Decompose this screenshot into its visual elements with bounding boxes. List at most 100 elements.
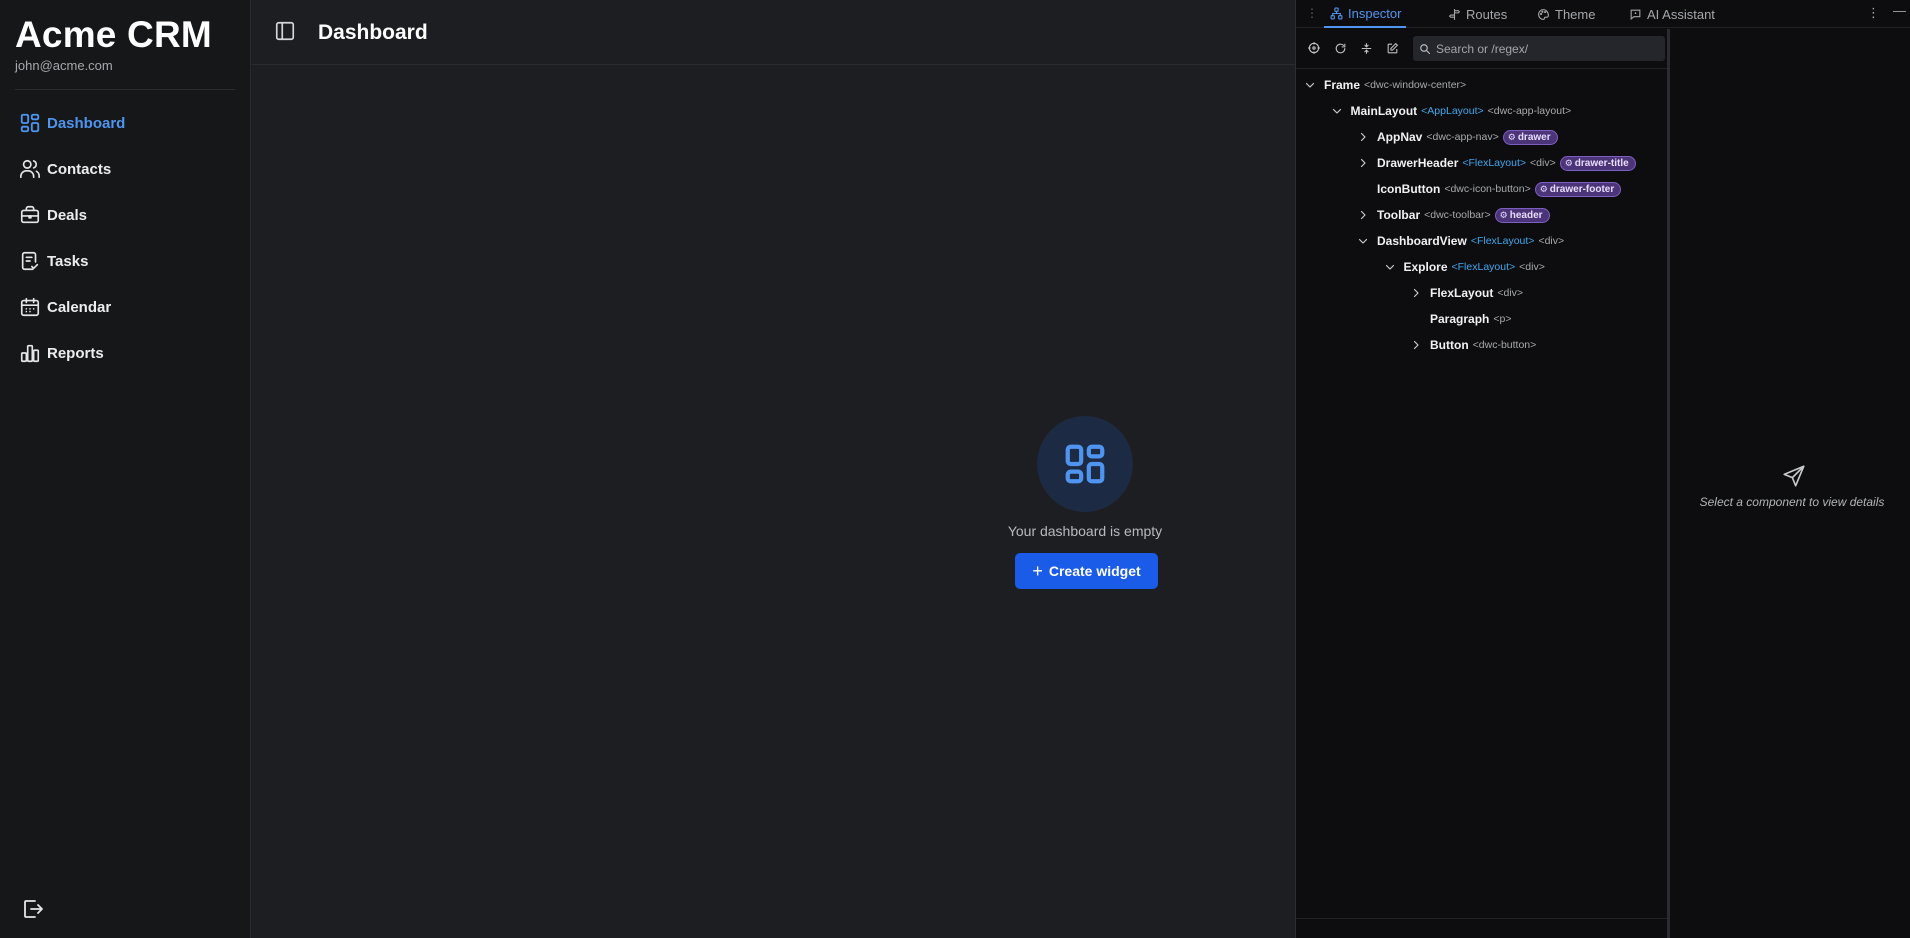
app-title: Acme CRM — [15, 14, 212, 55]
tree-node-name: Toolbar — [1377, 208, 1421, 222]
sidebar-item-label: Contacts — [47, 160, 112, 178]
edit-icon[interactable] — [1384, 40, 1400, 56]
empty-state-message: Your dashboard is empty — [1007, 523, 1163, 539]
slot-icon: ⚙ — [1539, 183, 1548, 194]
minimize-icon[interactable]: — — [1893, 3, 1906, 18]
sidebar-item-dashboard[interactable]: Dashboard — [0, 100, 251, 146]
tree-node-tag: <div> — [1497, 287, 1524, 299]
chevron-down-icon[interactable] — [1330, 104, 1344, 118]
tree-node[interactable]: DashboardView <FlexLayout> <div> — [1356, 231, 1568, 251]
tree-node-tag: <dwc-app-layout> — [1487, 105, 1572, 117]
tab-ai-assistant[interactable]: AI Assistant — [1628, 0, 1715, 28]
tree-node-name: Frame — [1324, 78, 1361, 92]
tree-node[interactable]: AppNav <dwc-app-nav> ⚙ drawer — [1356, 127, 1558, 147]
sidebar-item-label: Calendar — [47, 298, 112, 316]
create-widget-button[interactable]: + Create widget — [1015, 553, 1158, 589]
chevron-right-icon[interactable] — [1409, 338, 1423, 352]
sidebar-item-contacts[interactable]: Contacts — [0, 146, 251, 192]
drag-handle-icon[interactable]: ⋮ — [1306, 6, 1318, 20]
chevron-right-icon[interactable] — [1356, 130, 1370, 144]
sidebar-item-reports[interactable]: Reports — [0, 330, 251, 376]
tree-node-tag: <dwc-toolbar> — [1424, 209, 1491, 221]
inspector-toolbar — [1296, 29, 1667, 69]
tree-node[interactable]: Button <dwc-button> — [1409, 335, 1540, 355]
chevron-down-icon[interactable] — [1383, 260, 1397, 274]
sidebar-toggle-icon[interactable] — [274, 20, 296, 42]
slot-icon: ⚙ — [1507, 131, 1516, 142]
sidebar-item-calendar[interactable]: Calendar — [0, 284, 251, 330]
top-bar: Dashboard — [252, 0, 1295, 65]
user-email: john@acme.com — [15, 58, 113, 73]
tree-node[interactable]: Frame <dwc-window-center> — [1303, 75, 1470, 95]
tree-node-type: <FlexLayout> — [1451, 261, 1516, 273]
palette-icon — [1536, 7, 1550, 21]
tree-node-tag: <div> — [1538, 235, 1565, 247]
tree-node[interactable]: FlexLayout <div> — [1409, 283, 1527, 303]
tab-label: Routes — [1466, 6, 1508, 22]
sidebar-item-label: Deals — [47, 206, 88, 224]
navigation-arrow-icon — [1781, 463, 1807, 489]
chevron-right-icon[interactable] — [1409, 286, 1423, 300]
tree-node-name: MainLayout — [1350, 104, 1418, 118]
more-options-icon[interactable]: ⋮ — [1867, 5, 1880, 21]
sidebar-item-label: Reports — [47, 344, 104, 362]
app-root: Acme CRM john@acme.com Dashboard Contact… — [0, 0, 1910, 938]
tab-label: Inspector — [1348, 5, 1402, 21]
bar-chart-icon — [19, 342, 41, 364]
tab-routes[interactable]: Routes — [1447, 0, 1507, 28]
sidebar-item-tasks[interactable]: Tasks — [0, 238, 251, 284]
slot-label: drawer-footer — [1549, 183, 1615, 195]
tree-node[interactable]: IconButton <dwc-icon-button> ⚙ drawer-foote… — [1356, 179, 1622, 199]
tree-node[interactable]: MainLayout <AppLayout> <dwc-app-layout> — [1330, 101, 1576, 121]
tree-node-type: <FlexLayout> — [1470, 235, 1535, 247]
slot-badge: ⚙ drawer-footer — [1534, 181, 1622, 197]
tree-node[interactable]: Toolbar <dwc-toolbar> ⚙ header — [1356, 205, 1550, 225]
crosshair-icon[interactable] — [1306, 40, 1322, 56]
sidebar: Acme CRM john@acme.com Dashboard Contact… — [0, 0, 251, 938]
tab-theme[interactable]: Theme — [1536, 0, 1595, 28]
tree-node-tag: <div> — [1530, 157, 1556, 169]
collapse-icon[interactable] — [1358, 40, 1374, 56]
slot-label: drawer — [1517, 131, 1551, 143]
empty-state-icon — [1037, 416, 1133, 512]
details-pane: Select a component to view details — [1673, 29, 1910, 938]
chevron-down-icon[interactable] — [1356, 234, 1370, 248]
sidebar-item-label: Dashboard — [47, 114, 126, 132]
dashboard-icon — [1065, 444, 1105, 484]
tab-inspector[interactable]: Inspector — [1324, 0, 1407, 28]
calendar-icon — [19, 296, 41, 318]
slot-icon: ⚙ — [1499, 209, 1508, 220]
tree-node-tag: <dwc-icon-button> — [1444, 183, 1531, 195]
sidebar-nav: Dashboard Contacts Deals Tasks Calendar … — [0, 100, 251, 376]
slot-label: drawer-title — [1574, 157, 1629, 169]
tree-node-name: Explore — [1403, 260, 1448, 274]
tree-node[interactable]: DrawerHeader <FlexLayout> <div> ⚙ drawer-tit… — [1356, 153, 1636, 173]
tree-node[interactable]: Paragraph <p> — [1409, 309, 1515, 329]
tree-node-type: <AppLayout> — [1421, 105, 1484, 117]
tree-node-name: AppNav — [1377, 130, 1423, 144]
tree-node-tag: <dwc-button> — [1472, 339, 1537, 351]
devtools-panel: ⋮ Inspector Routes Theme AI Assistant ⋮ … — [1295, 0, 1910, 938]
tree-node-name: FlexLayout — [1430, 286, 1494, 300]
sidebar-item-label: Tasks — [47, 252, 89, 270]
logout-icon[interactable] — [21, 897, 45, 921]
sidebar-item-deals[interactable]: Deals — [0, 192, 251, 238]
page-title: Dashboard — [318, 21, 428, 44]
chevron-down-icon[interactable] — [1303, 78, 1317, 92]
refresh-icon[interactable] — [1332, 40, 1348, 56]
users-icon — [19, 158, 41, 180]
chevron-right-icon[interactable] — [1356, 156, 1370, 170]
search-icon — [1419, 43, 1431, 55]
slot-label: header — [1509, 209, 1543, 221]
tree-node[interactable]: Explore <FlexLayout> <div> — [1383, 257, 1549, 277]
chevron-right-icon[interactable] — [1356, 208, 1370, 222]
dashboard-icon — [19, 112, 41, 134]
sidebar-divider — [15, 89, 235, 90]
create-widget-label: Create widget — [1048, 563, 1141, 579]
tab-label: AI Assistant — [1647, 6, 1715, 22]
clipboard-check-icon — [19, 250, 41, 272]
search-input[interactable] — [1436, 41, 1656, 56]
main-content: Dashboard Your dashboard is empty + Crea… — [252, 0, 1295, 938]
tree-node-tag: <dwc-window-center> — [1364, 79, 1467, 91]
tree-node-name: Button — [1430, 338, 1469, 352]
